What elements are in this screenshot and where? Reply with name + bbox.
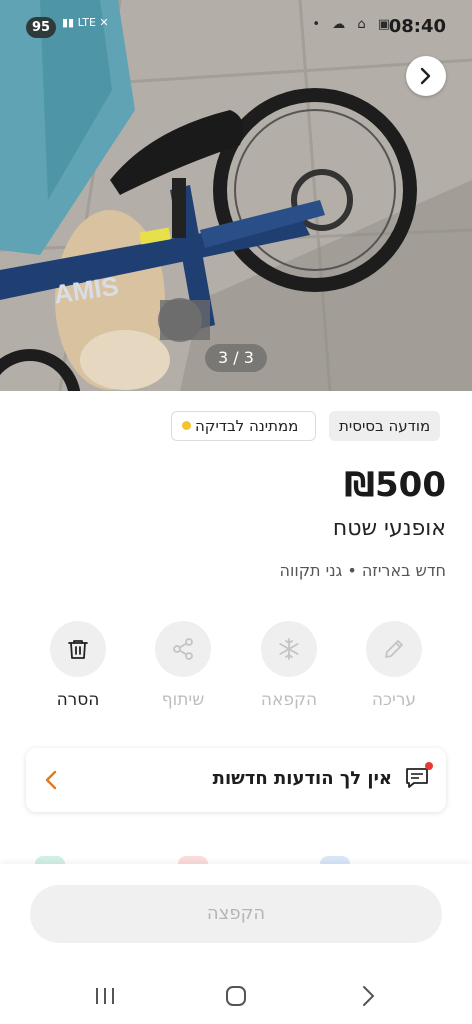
notification-dot <box>425 762 433 770</box>
mute-icon: ✕ <box>99 16 109 29</box>
share-icon <box>173 638 193 660</box>
delete-label: הסרה <box>56 690 100 710</box>
chevron-right-icon <box>420 67 431 85</box>
photo-counter: 3 / 3 <box>205 344 267 372</box>
signal-icon: ▮▮ <box>62 16 75 29</box>
freeze-label: הקפאה <box>260 690 318 710</box>
battery-indicator: 95 <box>26 17 56 38</box>
delete-button[interactable]: הסרה <box>43 621 113 710</box>
listing-tier-badge: מודעה בסיסית <box>329 411 441 441</box>
status-badge: ממתינה לבדיקה <box>171 411 316 441</box>
trash-icon <box>68 640 88 659</box>
promote-button[interactable]: הקפצה <box>30 885 442 943</box>
edit-button[interactable]: עריכה <box>359 621 429 710</box>
network-indicator: ▮▮ LTE ✕ <box>62 16 109 29</box>
pencil-icon <box>385 640 403 658</box>
listing-title: אופנעי שטח <box>332 516 446 541</box>
chevron-left-icon <box>45 770 57 790</box>
edit-label: עריכה <box>371 690 417 710</box>
chat-icon <box>404 762 433 794</box>
freeze-button[interactable]: הקפאה <box>254 621 324 710</box>
status-bar: 95 ▮▮ LTE ✕ • ☁ ⌂ ▣ 08:40 <box>0 0 472 54</box>
peek-item <box>35 856 65 864</box>
listing-meta: חדש באריזה • גני תקווה <box>279 561 446 580</box>
pending-dot-icon <box>182 421 191 430</box>
messages-text: אין לך הודעות חדשות <box>212 768 392 789</box>
snowflake-icon <box>279 638 299 660</box>
peek-item <box>178 856 208 864</box>
back-icon[interactable] <box>360 984 378 1008</box>
bottom-sheet: הקפצה <box>0 864 472 1024</box>
status-icons: • ☁ ⌂ ▣ <box>312 17 394 32</box>
share-button[interactable]: שיתוף <box>148 621 218 710</box>
recent-apps-icon[interactable] <box>94 984 116 1008</box>
home-icon[interactable] <box>225 984 247 1008</box>
clock: 08:40 <box>388 16 446 37</box>
peek-item <box>320 856 350 864</box>
listing-photo[interactable]: AMIS <box>0 0 472 391</box>
next-photo-button[interactable] <box>406 56 446 96</box>
share-label: שיתוף <box>161 690 205 710</box>
listing-price: ₪500 <box>344 465 446 505</box>
messages-card[interactable]: אין לך הודעות חדשות <box>26 748 446 812</box>
